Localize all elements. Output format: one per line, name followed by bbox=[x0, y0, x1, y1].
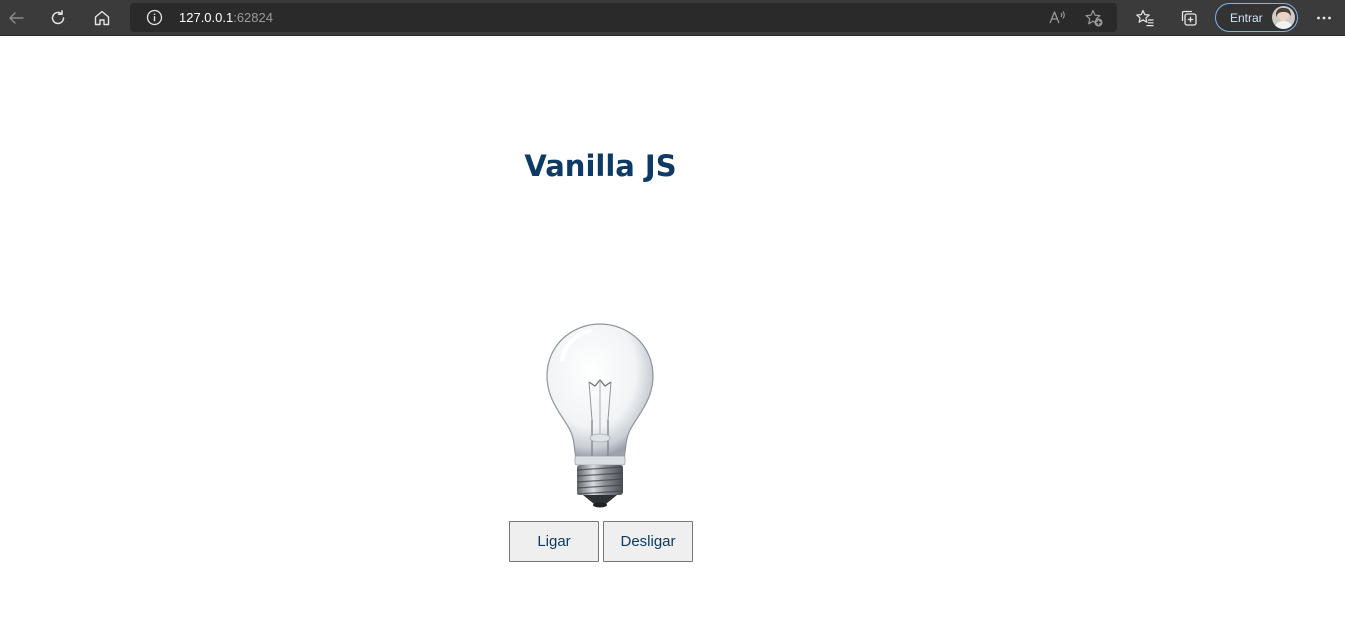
favorites-button[interactable] bbox=[1129, 2, 1161, 34]
turn-on-button[interactable]: Ligar bbox=[509, 521, 599, 562]
profile-signin-button[interactable]: Entrar bbox=[1215, 3, 1298, 32]
info-icon[interactable] bbox=[146, 9, 163, 26]
home-button[interactable] bbox=[86, 2, 118, 34]
refresh-button[interactable] bbox=[42, 2, 74, 34]
page-title: Vanilla JS bbox=[524, 149, 677, 183]
url-host: 127.0.0.1 bbox=[179, 10, 234, 25]
url-text[interactable]: 127.0.0.1:62824 bbox=[179, 10, 273, 25]
refresh-icon bbox=[51, 10, 65, 25]
star-add-icon[interactable] bbox=[1084, 8, 1104, 28]
avatar bbox=[1272, 6, 1295, 29]
turn-off-button[interactable]: Desligar bbox=[603, 521, 693, 562]
browser-toolbar: 127.0.0.1:62824 Entrar bbox=[0, 0, 1345, 36]
address-bar[interactable]: 127.0.0.1:62824 bbox=[130, 3, 1117, 32]
favorites-list-icon bbox=[1136, 9, 1154, 27]
light-bulb-image bbox=[546, 323, 654, 508]
read-aloud-icon[interactable] bbox=[1047, 8, 1067, 28]
home-icon bbox=[94, 10, 110, 26]
more-dots-icon bbox=[1317, 16, 1331, 20]
url-port: :62824 bbox=[233, 10, 273, 25]
back-button[interactable] bbox=[0, 2, 32, 34]
signin-label: Entrar bbox=[1230, 11, 1263, 25]
collections-icon bbox=[1181, 10, 1197, 26]
arrow-left-icon bbox=[9, 12, 24, 24]
settings-more-button[interactable] bbox=[1308, 2, 1340, 34]
collections-button[interactable] bbox=[1173, 2, 1205, 34]
